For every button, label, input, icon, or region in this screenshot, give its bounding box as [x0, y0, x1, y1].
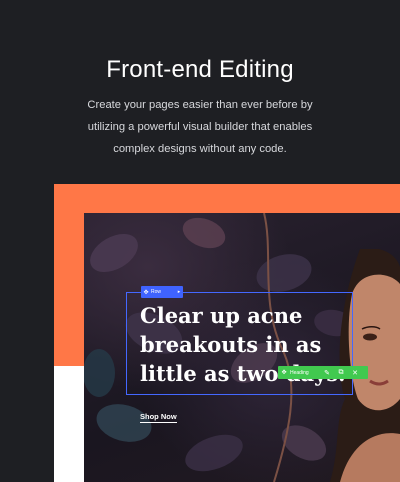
edit-icon[interactable]: ✎ [320, 369, 334, 377]
row-toolbar-label: Row [151, 289, 162, 295]
duplicate-icon[interactable]: ⧉ [334, 369, 348, 377]
chevron-right-icon[interactable]: ▸ [175, 289, 183, 295]
white-panel-edge [54, 366, 84, 482]
close-icon[interactable]: ✕ [348, 369, 362, 377]
move-icon[interactable]: ✥ [278, 369, 290, 376]
heading-toolbar[interactable]: ✥ Heading ✎ ⧉ ✕ [278, 366, 368, 379]
builder-preview-hero[interactable]: ✥ Row ▸ Clear up acne breakouts in as li… [84, 213, 400, 482]
heading-toolbar-label: Heading [290, 369, 309, 376]
move-icon[interactable]: ✥ [141, 289, 151, 296]
row-toolbar[interactable]: ✥ Row ▸ [141, 286, 183, 298]
section-subtitle: Create your pages easier than ever befor… [87, 99, 313, 155]
section-title: Front-end Editing [106, 56, 294, 83]
shop-now-link[interactable]: Shop Now [140, 412, 177, 423]
